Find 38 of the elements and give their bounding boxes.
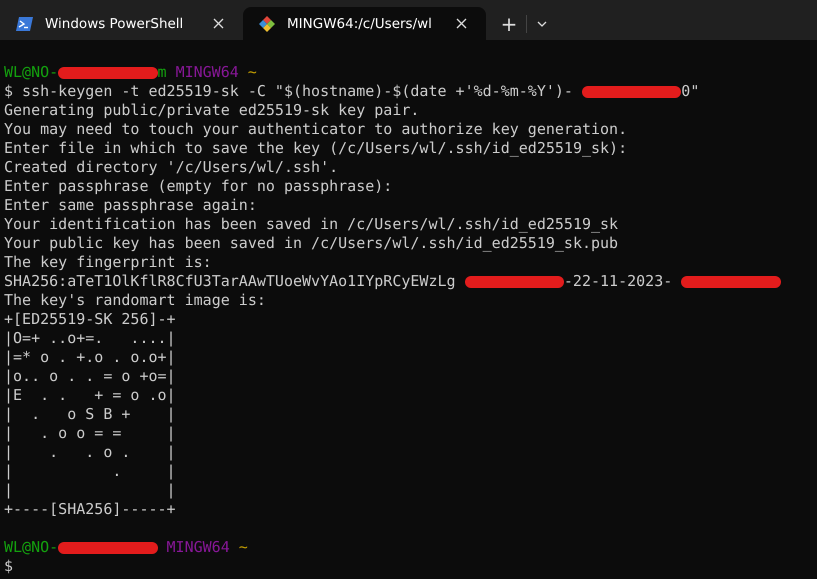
terminal-text: Enter same passphrase again: (4, 196, 257, 215)
terminal-text: | . o o = = | (4, 424, 176, 443)
terminal-text: SHA256:aTeT1OlKflR8CfU3TarAAwTUoeWvYAo1IYpRCyEWzLg (4, 272, 456, 291)
terminal-text: You may need to touch your authenticator to authorize key generation. (4, 120, 628, 139)
prompt-path: ~ (248, 63, 257, 82)
prompt-user: WL@NO- (4, 63, 58, 82)
tab[interactable]: Windows PowerShell (0, 7, 243, 40)
new-tab-button[interactable]: + (494, 8, 524, 38)
prompt-user: WL@NO- (4, 538, 58, 557)
terminal-text: 0" (681, 82, 700, 101)
prompt-shell: MINGW64 (166, 538, 230, 557)
terminal-text: | . o S B + | (4, 405, 176, 424)
terminal-text: |o.. o . . = o +o=| (4, 367, 176, 386)
terminal-text: Created directory '/c/Users/wl/.ssh'. (4, 158, 338, 177)
terminal-text: The key's randomart image is: (4, 291, 266, 310)
terminal-text: +[ED25519-SK 256]-+ (4, 310, 176, 329)
terminal-text: |E . . + = o .o| (4, 386, 176, 405)
terminal-text: |=* o . +.o . o.o+| (4, 348, 176, 367)
terminal-text: $ (4, 557, 14, 576)
terminal-text: | . . o . | (4, 443, 176, 462)
prompt-user: m (158, 63, 167, 82)
terminal-text: -22-11-2023- (564, 272, 672, 291)
terminal-text: +----[SHA256]-----+ (4, 500, 176, 519)
terminal-text: | . | (4, 462, 176, 481)
terminal-text: Generating public/private ed25519-sk key pair. (4, 101, 420, 120)
terminal-text: |O=+ ..o+=. ....| (4, 329, 176, 348)
terminal-icon (16, 16, 33, 30)
terminal-text: Your identification has been saved in /c/Users/wl/.ssh/id_ed25519_sk (4, 215, 618, 234)
prompt-shell: MINGW64 (176, 63, 239, 82)
terminal-text: $ ssh-keygen -t ed25519-sk -C "$(hostname)-$(date +'%d-%m-%Y')- (4, 82, 573, 101)
terminal-text: Enter file in which to save the key (/c/Users/wl/.ssh/id_ed25519_sk): (4, 139, 628, 158)
terminal-text: Enter passphrase (empty for no passphrase): (4, 177, 392, 196)
terminal-text: Your public key has been saved in /c/Users/wl/.ssh/id_ed25519_sk.pub (4, 234, 618, 253)
prompt-path: ~ (238, 538, 248, 557)
terminal-text: | | (4, 481, 176, 500)
tab[interactable]: MINGW64:/c/Users/wl (243, 7, 486, 40)
diamond-icon (259, 16, 275, 32)
terminal-text: The key fingerprint is: (4, 253, 212, 272)
